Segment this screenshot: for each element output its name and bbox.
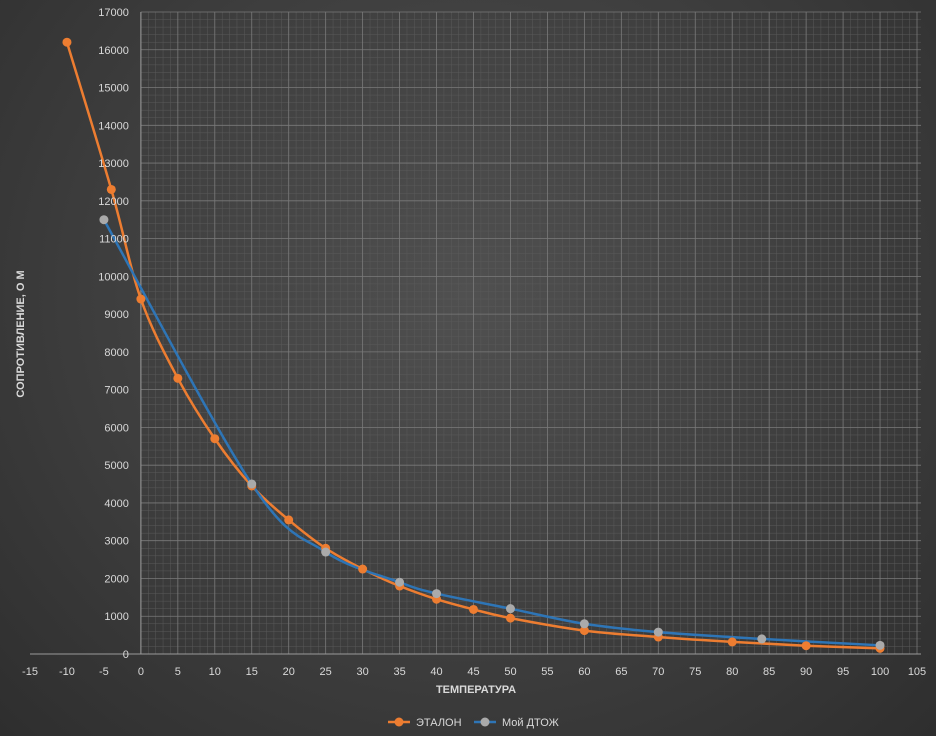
y-tick-label: 13000 [98, 158, 129, 170]
y-tick-label: 15000 [98, 83, 129, 95]
data-point-0 [727, 637, 737, 647]
data-point-1 [505, 604, 515, 614]
data-point-1 [432, 589, 442, 599]
y-tick-label: 5000 [104, 460, 128, 472]
y-tick-label: 17000 [98, 7, 129, 19]
x-tick-label: 30 [357, 666, 369, 678]
x-tick-label: 15 [246, 666, 258, 678]
legend-swatch-marker [480, 717, 490, 727]
data-point-1 [579, 619, 589, 629]
data-point-1 [247, 479, 257, 489]
y-tick-label: 11000 [99, 234, 129, 246]
y-tick-label: 0 [123, 649, 129, 661]
y-tick-label: 2000 [104, 573, 128, 585]
y-tick-label: 1000 [104, 611, 128, 623]
legend-label: ЭТАЛОН [416, 717, 462, 729]
x-tick-label: 85 [763, 666, 775, 678]
data-point-0 [62, 37, 72, 47]
x-tick-label: 65 [615, 666, 627, 678]
y-tick-label: 7000 [104, 385, 128, 397]
data-point-0 [284, 515, 294, 525]
y-tick-label: 8000 [104, 347, 128, 359]
legend: ЭТАЛОН Мой ДТОЖ [388, 717, 559, 729]
x-axis-title: ТЕМПЕРАТУРА [436, 684, 516, 696]
x-tick-label: 100 [871, 666, 889, 678]
minor-gridlines [140, 12, 921, 654]
x-tick-label: 50 [504, 666, 516, 678]
x-tick-label: 5 [175, 666, 181, 678]
y-tick-label: 12000 [98, 196, 129, 208]
data-point-1 [875, 640, 885, 650]
data-point-0 [106, 184, 116, 194]
data-point-0 [210, 434, 220, 444]
x-tick-label: -15 [22, 666, 38, 678]
data-point-1 [757, 634, 767, 644]
data-point-0 [358, 564, 368, 574]
series-line-1 [102, 219, 881, 647]
x-tick-label: -5 [99, 666, 109, 678]
data-point-1 [653, 627, 663, 637]
x-tick-label: 80 [726, 666, 738, 678]
legend-label: Мой ДТОЖ [502, 717, 559, 729]
chart-container: -15 -10 -5 0 5 10 15 20 25 30 35 40 45 50 55 60 65 70 75 80… [0, 0, 936, 736]
major-gridlines [30, 11, 921, 655]
y-axis-tick-labels: 0 1000 2000 3000 4000 5000 6000 7000 8000 9000 100… [98, 7, 129, 661]
x-tick-label: 60 [578, 666, 590, 678]
x-tick-label: 105 [908, 666, 926, 678]
data-point-0 [136, 294, 146, 304]
x-tick-label: 55 [541, 666, 553, 678]
x-tick-label: -10 [59, 666, 75, 678]
x-tick-label: 45 [467, 666, 479, 678]
data-point-1 [99, 215, 109, 225]
x-tick-label: 95 [837, 666, 849, 678]
y-tick-label: 3000 [104, 536, 128, 548]
x-tick-label: 70 [652, 666, 664, 678]
y-tick-label: 6000 [104, 422, 128, 434]
y-axis-title: СОПРОТИВЛЕНИЕ, О М [15, 270, 27, 397]
x-tick-label: 90 [800, 666, 812, 678]
x-tick-label: 75 [689, 666, 701, 678]
y-tick-label: 14000 [98, 120, 129, 132]
data-point-1 [321, 547, 331, 557]
x-tick-label: 25 [320, 666, 332, 678]
y-tick-label: 16000 [98, 45, 129, 57]
y-tick-label: 4000 [104, 498, 128, 510]
x-tick-label: 20 [283, 666, 295, 678]
resistance-temperature-chart: -15 -10 -5 0 5 10 15 20 25 30 35 40 45 50 55 60 65 70 75 80… [15, 7, 926, 729]
y-tick-label: 10000 [98, 271, 129, 283]
legend-swatch-marker [394, 717, 404, 727]
y-tick-label: 9000 [104, 309, 128, 321]
x-tick-label: 35 [393, 666, 405, 678]
data-point-0 [801, 641, 811, 651]
data-point-1 [395, 577, 405, 587]
x-tick-label: 40 [430, 666, 442, 678]
data-point-0 [173, 373, 183, 383]
x-axis-tick-labels: -15 -10 -5 0 5 10 15 20 25 30 35 40 45 50 55 60 65 70 75 80… [22, 666, 926, 678]
data-point-0 [469, 604, 478, 614]
data-point-0 [505, 613, 515, 623]
x-tick-label: 10 [209, 666, 221, 678]
x-tick-label: 0 [138, 666, 144, 678]
